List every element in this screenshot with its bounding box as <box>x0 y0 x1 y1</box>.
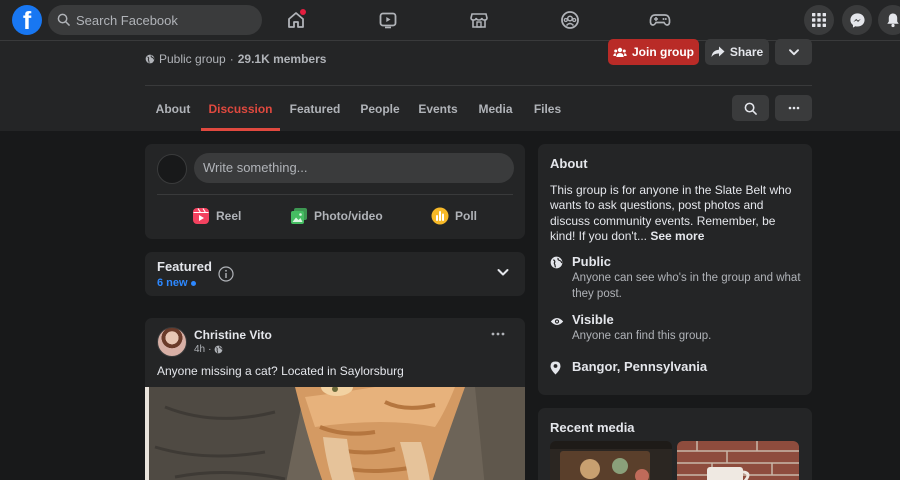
more-dots-icon <box>788 106 799 110</box>
tab-files[interactable]: Files <box>529 86 566 131</box>
chevron-down-icon[interactable] <box>497 268 509 277</box>
about-card: About This group is for anyone in the Sl… <box>538 144 812 395</box>
poll-label: Poll <box>455 209 478 223</box>
post-composer: Write something... Reel Photo/video Poll <box>145 144 525 239</box>
globe-icon <box>215 345 223 354</box>
reel-button[interactable]: Reel <box>192 206 241 226</box>
search-input[interactable] <box>76 5 256 35</box>
visible-description: Anyone can find this group. <box>572 330 712 342</box>
user-avatar[interactable] <box>157 154 187 184</box>
group-header: Public group · 29.1K members Join group … <box>0 39 900 131</box>
tab-about[interactable]: About <box>149 86 197 131</box>
post-timestamp: 4h · <box>194 344 223 355</box>
more-options-button[interactable] <box>775 39 812 65</box>
post-photo[interactable] <box>145 387 525 480</box>
messenger-icon <box>849 12 865 28</box>
marketplace-nav-button[interactable] <box>449 0 509 40</box>
recent-media-card: Recent media <box>538 408 812 480</box>
location-pin-icon <box>550 361 561 375</box>
poll-button[interactable]: Poll <box>431 206 477 226</box>
chevron-down-icon <box>788 48 799 55</box>
tab-featured[interactable]: Featured <box>285 86 345 131</box>
photo-video-button[interactable]: Photo/video <box>290 206 383 226</box>
watch-icon <box>379 12 397 29</box>
cat-photo <box>145 387 525 480</box>
globe-icon <box>145 54 155 64</box>
meta-separator: · <box>229 52 234 66</box>
join-group-label: Join group <box>632 45 694 59</box>
facebook-logo[interactable]: f <box>12 5 42 35</box>
member-count: 29.1K members <box>237 52 327 66</box>
search-box[interactable] <box>48 5 262 35</box>
public-description: Anyone can see who's in the group and wh… <box>572 272 801 300</box>
location-name[interactable]: Bangor, Pennsylvania <box>572 359 707 374</box>
composer-divider <box>157 194 513 195</box>
globe-icon <box>550 256 563 269</box>
share-icon <box>711 46 725 57</box>
featured-new-count: 6 new <box>157 277 196 289</box>
photo-video-label: Photo/video <box>314 209 383 223</box>
reel-label: Reel <box>216 209 242 223</box>
group-people-icon <box>613 47 627 57</box>
gaming-nav-button[interactable] <box>630 0 690 40</box>
tab-people[interactable]: People <box>355 86 405 131</box>
visible-title: Visible <box>572 312 614 327</box>
post-text: Anyone missing a cat? Located in Saylors… <box>157 364 404 378</box>
media-thumbnail[interactable] <box>677 441 799 480</box>
about-description: This group is for anyone in the Slate Be… <box>550 183 800 245</box>
tab-discussion[interactable]: Discussion <box>201 86 280 131</box>
tab-media[interactable]: Media <box>472 86 519 131</box>
home-notification-dot <box>300 9 306 15</box>
media-photo <box>677 441 799 480</box>
post-card: Christine Vito 4h · Anyone missing a cat… <box>145 318 525 480</box>
post-author[interactable]: Christine Vito <box>194 328 272 342</box>
write-post-input[interactable]: Write something... <box>194 153 514 183</box>
reel-icon <box>193 208 209 224</box>
groups-nav-button[interactable] <box>540 0 600 40</box>
featured-title: Featured <box>157 259 212 274</box>
group-privacy: Public group <box>159 52 226 66</box>
group-search-button[interactable] <box>732 95 769 121</box>
featured-section[interactable]: Featured 6 new <box>145 252 525 296</box>
watch-nav-button[interactable] <box>358 0 418 40</box>
messenger-button[interactable] <box>842 5 872 35</box>
marketplace-icon <box>470 13 488 28</box>
share-button[interactable]: Share <box>705 39 769 65</box>
author-avatar[interactable] <box>157 327 187 357</box>
info-icon[interactable] <box>218 266 234 282</box>
public-title: Public <box>572 254 612 269</box>
eye-icon <box>550 318 564 325</box>
post-time-value[interactable]: 4h <box>194 344 205 355</box>
join-group-button[interactable]: Join group <box>608 39 699 65</box>
home-nav-button[interactable] <box>266 0 326 40</box>
recent-media-title: Recent media <box>550 420 635 435</box>
post-options-icon[interactable] <box>491 332 505 336</box>
about-visible: Visible Anyone can find this group. <box>550 312 805 345</box>
post-time-separator: · <box>208 344 212 355</box>
gaming-icon <box>649 14 671 26</box>
menu-icon <box>812 13 826 27</box>
new-count-label: 6 new <box>157 277 188 289</box>
about-title: About <box>550 156 588 171</box>
photo-video-icon <box>291 208 307 224</box>
about-location: Bangor, Pennsylvania <box>550 359 805 380</box>
about-public: Public Anyone can see who's in the group… <box>550 254 805 302</box>
notifications-icon <box>887 13 899 28</box>
menu-button[interactable] <box>804 5 834 35</box>
top-navigation-bar: f <box>0 0 900 41</box>
new-dot <box>190 280 196 286</box>
share-label: Share <box>729 45 764 59</box>
search-icon <box>57 13 70 26</box>
see-more-link[interactable]: See more <box>650 229 704 243</box>
media-thumbnail[interactable] <box>550 441 672 480</box>
group-more-button[interactable] <box>775 95 812 121</box>
group-meta: Public group · 29.1K members <box>145 52 326 66</box>
media-photo <box>550 441 672 480</box>
notifications-button[interactable] <box>878 5 900 35</box>
tab-events[interactable]: Events <box>414 86 462 131</box>
search-icon <box>744 102 757 115</box>
poll-icon <box>431 207 449 225</box>
groups-icon <box>561 11 579 29</box>
